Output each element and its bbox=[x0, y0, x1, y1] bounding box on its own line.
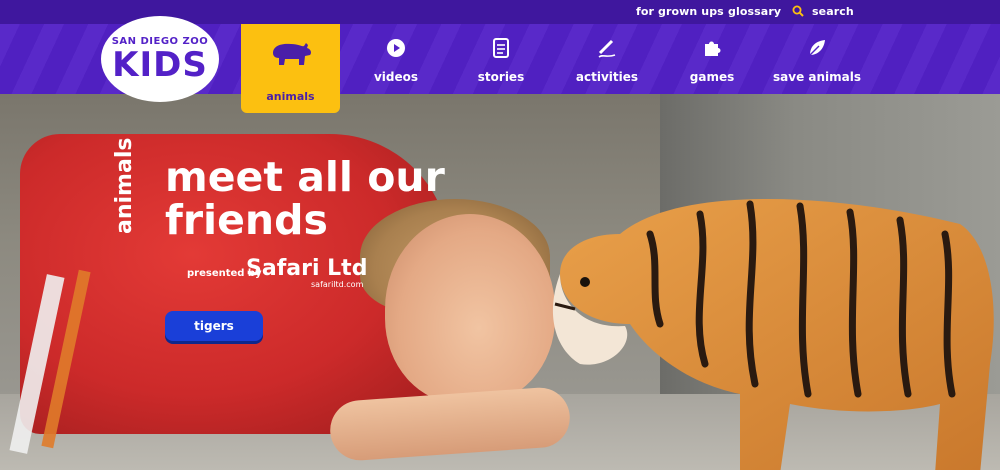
safari-ltd-url: safariltd.com bbox=[311, 280, 364, 289]
search-icon[interactable] bbox=[792, 5, 804, 17]
tigers-button[interactable]: tigers bbox=[165, 311, 263, 341]
hero-title: meet all our friends bbox=[165, 153, 445, 244]
for-grown-ups-link[interactable]: for grown ups bbox=[636, 5, 724, 18]
pencil-icon bbox=[598, 39, 616, 58]
nav-item-activities[interactable]: activities bbox=[558, 24, 656, 94]
leaf-icon bbox=[809, 40, 825, 56]
nav-item-label: stories bbox=[477, 70, 525, 84]
nav-item-label: games bbox=[689, 70, 735, 84]
safari-ltd-logo[interactable]: Safari Ltd bbox=[246, 256, 367, 281]
nav-item-videos[interactable]: videos bbox=[347, 24, 445, 94]
hero-photo-boy-face bbox=[385, 214, 555, 404]
hero-banner: animals meet all our friends presented b… bbox=[0, 94, 1000, 470]
puzzle-icon bbox=[705, 41, 721, 56]
nav-item-label: animals bbox=[266, 90, 315, 103]
hero-section-label: animals bbox=[112, 137, 137, 234]
document-icon bbox=[493, 38, 509, 58]
play-icon bbox=[387, 39, 405, 57]
logo-main-text: KIDS bbox=[112, 45, 208, 85]
nav-item-animals[interactable]: animals bbox=[241, 24, 340, 113]
nav-item-label: videos bbox=[373, 70, 419, 84]
nav-item-games[interactable]: games bbox=[663, 24, 761, 94]
glossary-link[interactable]: glossary bbox=[728, 5, 781, 18]
page: for grown ups glossary search videos sto… bbox=[0, 0, 1000, 470]
nav-item-label: save animals bbox=[773, 70, 861, 84]
nav-item-save-animals[interactable]: save animals bbox=[768, 24, 866, 94]
nav-item-label: activities bbox=[575, 70, 639, 84]
bear-icon bbox=[273, 43, 311, 65]
san-diego-zoo-kids-logo[interactable]: SAN DIEGO ZOO KIDS bbox=[101, 16, 219, 102]
search-link[interactable]: search bbox=[812, 5, 854, 18]
nav-item-stories[interactable]: stories bbox=[452, 24, 550, 94]
hero-photo-tiger bbox=[552, 199, 994, 470]
